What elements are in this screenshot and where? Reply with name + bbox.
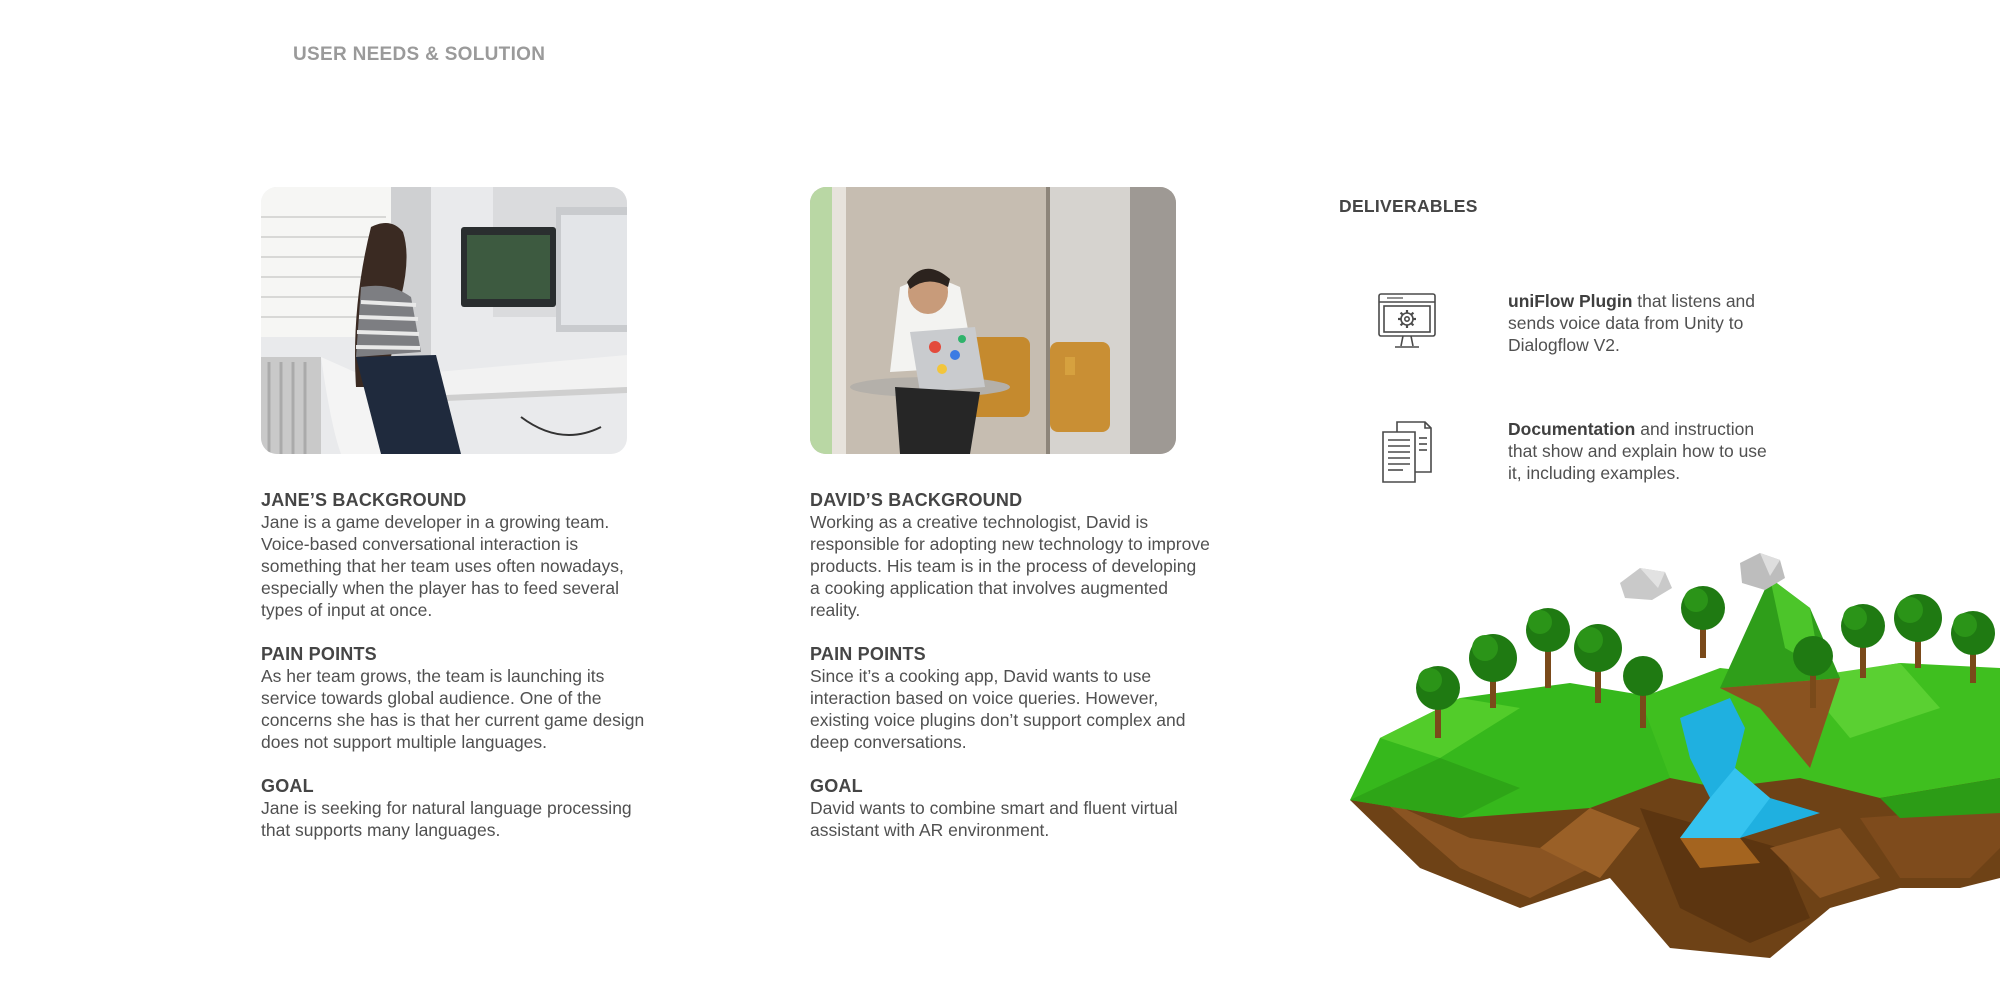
jane-background-text: Jane is a game developer in a growing te…: [261, 512, 624, 620]
jane-pain-heading: PAIN POINTS: [261, 644, 377, 664]
david-goal-heading: GOAL: [810, 776, 863, 796]
david-goal-text: David wants to combine smart and fluent …: [810, 798, 1178, 840]
david-photo: [810, 187, 1176, 454]
jane-pain-text: As her team grows, the team is launching…: [261, 666, 645, 752]
monitor-gear-icon: [1375, 290, 1439, 358]
persona-jane: JANE’S BACKGROUND Jane is a game develop…: [261, 187, 661, 841]
david-background-section: DAVID’S BACKGROUND Working as a creative…: [810, 489, 1210, 621]
deliverable-plugin-name: uniFlow Plugin: [1508, 291, 1633, 311]
deliverable-documentation-text: Documentation and instruction that show …: [1508, 418, 1778, 484]
deliverable-plugin: uniFlow Plugin that listens and sends vo…: [1375, 290, 1775, 370]
david-pain-section: PAIN POINTS Since it’s a cooking app, Da…: [810, 643, 1210, 753]
page-title: USER NEEDS & SOLUTION: [293, 44, 546, 65]
deliverable-plugin-text: uniFlow Plugin that listens and sends vo…: [1508, 290, 1778, 356]
deliverables-title: DELIVERABLES: [1339, 196, 1478, 216]
jane-background-heading: JANE’S BACKGROUND: [261, 490, 467, 510]
floating-island-illustration: [1340, 548, 2000, 968]
jane-goal-section: GOAL Jane is seeking for natural languag…: [261, 775, 661, 841]
jane-photo: [261, 187, 627, 454]
documents-icon: [1375, 418, 1439, 486]
david-background-heading: DAVID’S BACKGROUND: [810, 490, 1023, 510]
deliverable-documentation: Documentation and instruction that show …: [1375, 418, 1775, 498]
persona-david: DAVID’S BACKGROUND Working as a creative…: [810, 187, 1210, 841]
jane-pain-section: PAIN POINTS As her team grows, the team …: [261, 643, 661, 753]
jane-goal-text: Jane is seeking for natural language pro…: [261, 798, 632, 840]
jane-goal-heading: GOAL: [261, 776, 314, 796]
deliverables: DELIVERABLES uniFlow Plugin that listens…: [1339, 196, 1767, 483]
david-pain-text: Since it’s a cooking app, David wants to…: [810, 666, 1186, 752]
david-background-text: Working as a creative technologist, Davi…: [810, 512, 1210, 620]
deliverable-documentation-name: Documentation: [1508, 419, 1636, 439]
david-pain-heading: PAIN POINTS: [810, 644, 926, 664]
david-goal-section: GOAL David wants to combine smart and fl…: [810, 775, 1210, 841]
jane-background-section: JANE’S BACKGROUND Jane is a game develop…: [261, 489, 661, 621]
